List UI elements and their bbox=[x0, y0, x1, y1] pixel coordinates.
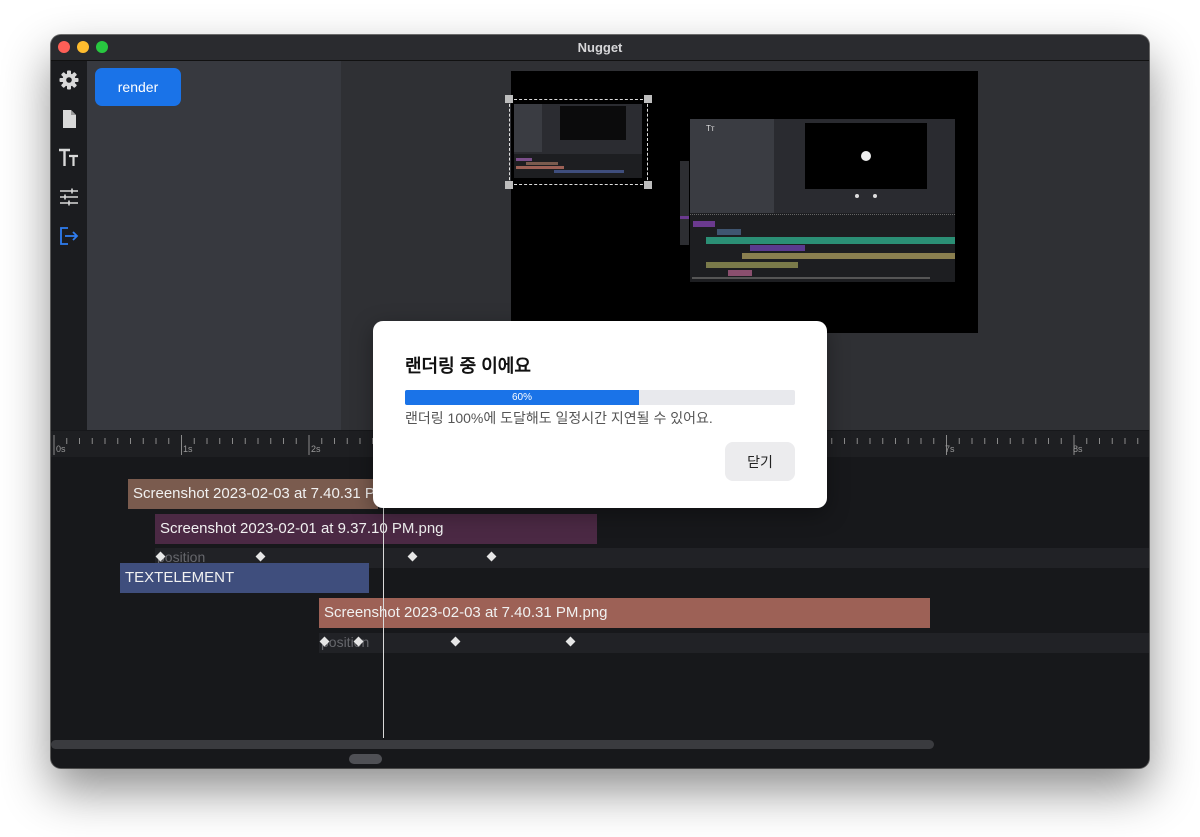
modal-title: 랜더링 중 이에요 bbox=[405, 356, 531, 376]
keyframe-diamond[interactable] bbox=[450, 636, 461, 647]
ruler-label: 7s bbox=[945, 444, 955, 454]
sliders-icon[interactable] bbox=[58, 186, 80, 208]
keyframe-diamond[interactable] bbox=[565, 636, 576, 647]
keyframe-diamond[interactable] bbox=[407, 551, 418, 562]
rendering-modal: 랜더링 중 이에요 60% 랜더링 100%에 도달해도 일정시간 지연될 수 … bbox=[373, 321, 827, 508]
modal-note: 랜더링 100%에 도달해도 일정시간 지연될 수 있어요. bbox=[405, 410, 713, 426]
screenshot-element[interactable]: Tт bbox=[690, 119, 955, 282]
timeline-clip[interactable]: Screenshot 2023-02-03 at 7.40.31 PM.png bbox=[128, 479, 378, 509]
layer-sliver bbox=[680, 161, 689, 245]
file-icon[interactable] bbox=[58, 108, 80, 130]
tool-sidebar bbox=[51, 61, 87, 430]
ruler-label: 8s bbox=[1073, 444, 1083, 454]
resize-handle[interactable] bbox=[644, 181, 652, 189]
selected-screenshot-element[interactable] bbox=[505, 95, 652, 189]
thumbnail-screenshot bbox=[514, 104, 642, 178]
timeline-clip[interactable]: Screenshot 2023-02-03 at 7.40.31 PM.png bbox=[319, 598, 930, 628]
ruler-label: 1s bbox=[183, 444, 193, 454]
window-title: Nugget bbox=[577, 40, 623, 55]
close-button[interactable]: 닫기 bbox=[725, 442, 795, 481]
progress-label: 60% bbox=[511, 392, 532, 403]
resize-handle[interactable] bbox=[505, 95, 513, 103]
keyframe-diamond[interactable] bbox=[486, 551, 497, 562]
render-button[interactable]: render bbox=[95, 68, 181, 106]
keyframe-row: position bbox=[319, 633, 1149, 653]
horizontal-scrollbar[interactable] bbox=[51, 740, 934, 749]
timeline-clip[interactable]: TEXTELEMENT bbox=[120, 563, 369, 593]
gear-icon[interactable] bbox=[58, 69, 80, 91]
ruler-label: 2s bbox=[311, 444, 321, 454]
scroll-thumb[interactable] bbox=[349, 754, 382, 764]
resize-handle[interactable] bbox=[505, 181, 513, 189]
preview-canvas[interactable]: Tт bbox=[505, 71, 978, 333]
ruler-label: 0s bbox=[56, 444, 66, 454]
text-icon[interactable] bbox=[58, 147, 80, 169]
resize-handle[interactable] bbox=[644, 95, 652, 103]
title-bar: Nugget bbox=[51, 35, 1149, 61]
timeline-clip[interactable]: Screenshot 2023-02-01 at 9.37.10 PM.png bbox=[155, 514, 597, 544]
side-panel: render bbox=[87, 61, 341, 430]
keyframe-diamond[interactable] bbox=[255, 551, 266, 562]
progress-bar: 60% bbox=[405, 390, 795, 405]
export-icon[interactable] bbox=[58, 225, 80, 247]
